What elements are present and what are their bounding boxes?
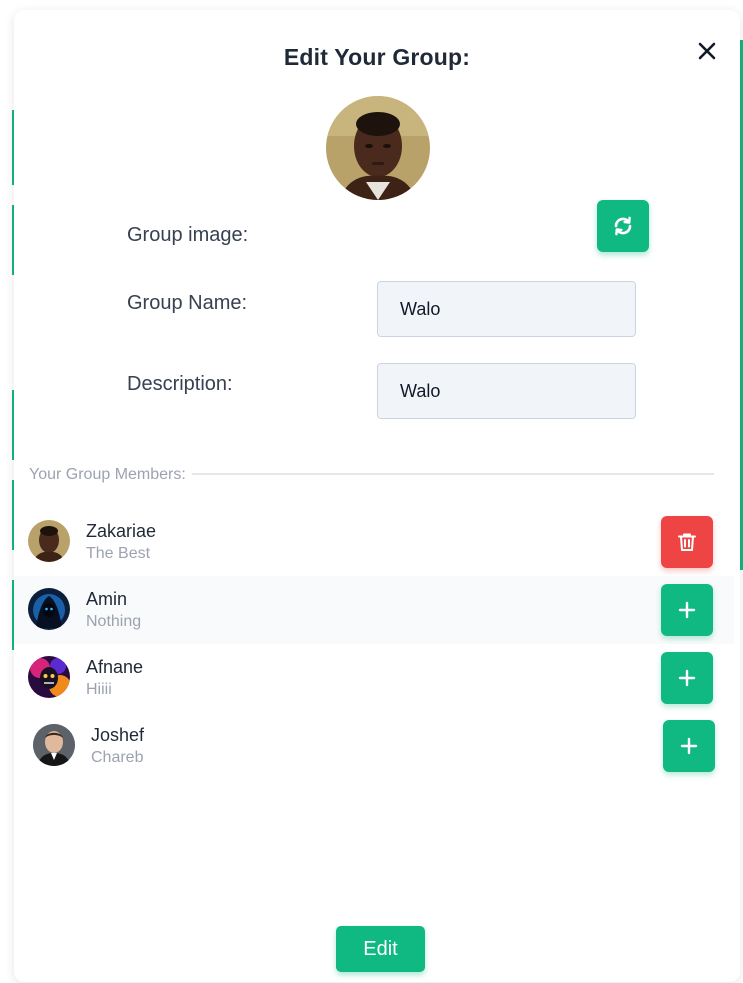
add-member-button[interactable] bbox=[661, 584, 713, 636]
trash-icon bbox=[678, 533, 696, 551]
group-name-input[interactable] bbox=[377, 281, 636, 337]
description-input[interactable] bbox=[377, 363, 636, 419]
add-member-button[interactable] bbox=[661, 652, 713, 704]
member-name: Zakariae bbox=[86, 521, 157, 541]
refresh-icon bbox=[614, 216, 632, 236]
group-name-label: Group Name: bbox=[127, 292, 248, 314]
plus-icon bbox=[678, 669, 696, 687]
member-status: Chareb bbox=[91, 749, 144, 766]
group-image-label: Group image: bbox=[127, 224, 249, 246]
remove-member-button[interactable] bbox=[661, 516, 713, 568]
member-avatar bbox=[28, 520, 70, 562]
modal-title: Edit Your Group: bbox=[283, 44, 471, 70]
member-status: Hiiii bbox=[86, 681, 112, 698]
member-avatar bbox=[28, 656, 70, 698]
group-avatar bbox=[326, 96, 430, 200]
member-status: Nothing bbox=[86, 613, 142, 630]
close-icon bbox=[698, 42, 716, 60]
description-label: Description: bbox=[127, 373, 233, 395]
member-row: Afnane Hiiii bbox=[14, 644, 734, 712]
edit-button[interactable]: Edit bbox=[336, 926, 425, 972]
edit-group-modal: Edit Your Group: Group image: Group Name… bbox=[14, 10, 740, 982]
member-row: Joshef Chareb bbox=[14, 712, 734, 780]
plus-icon bbox=[680, 737, 698, 755]
member-row: Zakariae The Best bbox=[14, 508, 734, 576]
member-name: Joshef bbox=[91, 725, 145, 745]
add-member-button[interactable] bbox=[663, 720, 715, 772]
member-status: The Best bbox=[86, 545, 151, 562]
member-name: Afnane bbox=[86, 657, 144, 677]
member-name: Amin bbox=[86, 589, 128, 609]
member-row: Amin Nothing bbox=[14, 576, 734, 644]
members-section-title: Your Group Members: bbox=[29, 466, 192, 484]
member-avatar bbox=[28, 588, 70, 630]
member-avatar bbox=[33, 724, 75, 766]
plus-icon bbox=[678, 601, 696, 619]
refresh-image-button[interactable] bbox=[597, 200, 649, 252]
close-button[interactable] bbox=[692, 36, 722, 66]
